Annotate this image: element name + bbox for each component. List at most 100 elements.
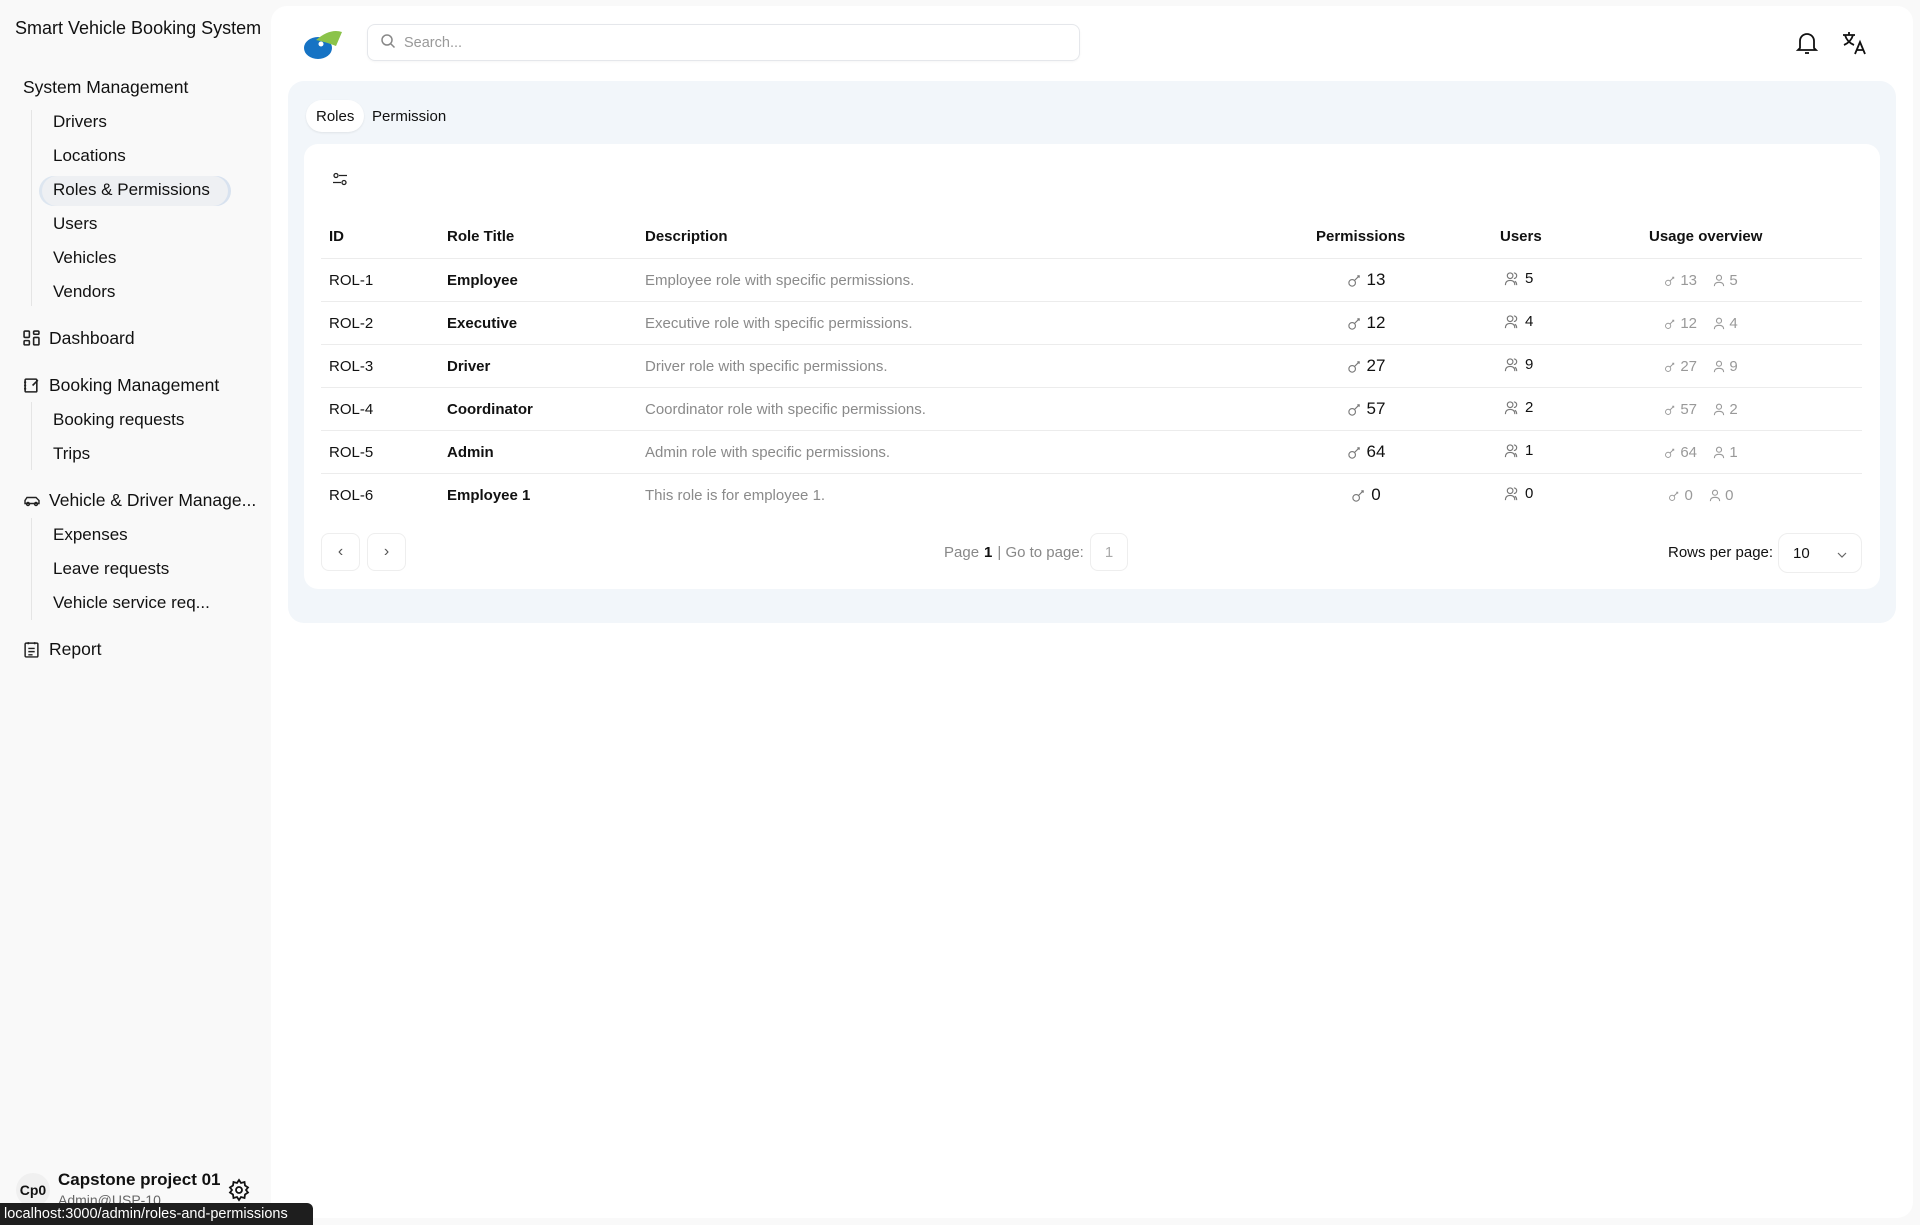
key-icon [1664, 404, 1676, 416]
sidebar-item-locations[interactable]: Locations [53, 146, 126, 166]
table-row[interactable]: ROL-6 Employee 1 This role is for employ… [321, 473, 1862, 516]
key-icon [1351, 488, 1366, 503]
sidebar-item-report[interactable]: Report [23, 639, 102, 660]
sidebar-label: Report [49, 639, 102, 659]
role-id: ROL-5 [329, 444, 374, 461]
column-header-users[interactable]: Users [1500, 228, 1542, 245]
user-count: 2 [1525, 399, 1534, 416]
role-description: Employee role with specific permissions. [645, 272, 915, 289]
sidebar-item-roles-permissions[interactable]: Roles & Permissions [53, 180, 210, 200]
sidebar-item-leave-requests[interactable]: Leave requests [53, 559, 169, 579]
column-header-id[interactable]: ID [329, 228, 344, 245]
car-icon [23, 492, 41, 510]
goto-page-input[interactable]: 1 [1090, 533, 1128, 571]
app-logo [302, 28, 344, 65]
user-icon [1709, 489, 1721, 502]
booking-icon [23, 377, 41, 395]
role-description: Coordinator role with specific permissio… [645, 401, 926, 418]
sidebar-item-vehicles[interactable]: Vehicles [53, 248, 116, 268]
tab-permission[interactable]: Permission [362, 100, 456, 132]
sidebar-item-users[interactable]: Users [53, 214, 97, 234]
role-id: ROL-1 [329, 272, 374, 289]
role-id: ROL-6 [329, 487, 374, 504]
permission-count: 12 [1366, 313, 1386, 332]
next-page-button[interactable]: › [367, 533, 406, 571]
column-header-usage-overview[interactable]: Usage overview [1649, 228, 1762, 245]
usage-permissions: 12 [1680, 315, 1697, 332]
user-count: 5 [1525, 270, 1534, 287]
role-description: This role is for employee 1. [645, 487, 826, 504]
dashboard-icon [23, 329, 41, 348]
usage-users: 4 [1729, 315, 1738, 332]
avatar[interactable]: Cp0 [16, 1173, 50, 1207]
sidebar-section-vehicle-driver[interactable]: Vehicle & Driver Manage... [23, 490, 256, 511]
sidebar-item-dashboard[interactable]: Dashboard [23, 328, 135, 349]
usage-permissions: 57 [1680, 401, 1697, 418]
usage-users: 9 [1729, 358, 1738, 375]
current-page: 1 [984, 544, 993, 561]
sidebar-item-expenses[interactable]: Expenses [53, 525, 128, 545]
usage-permissions: 27 [1680, 358, 1697, 375]
table-row[interactable]: ROL-3 Driver Driver role with specific p… [321, 344, 1862, 387]
user-icon [1713, 317, 1725, 330]
translate-icon[interactable] [1841, 30, 1867, 61]
filter-settings-icon[interactable] [332, 171, 348, 192]
users-icon [1504, 314, 1520, 329]
sidebar-item-vendors[interactable]: Vendors [53, 282, 115, 302]
key-icon [1347, 359, 1362, 374]
table-row[interactable]: ROL-2 Executive Executive role with spec… [321, 301, 1862, 344]
search-icon [380, 33, 396, 53]
previous-page-button[interactable]: ‹ [321, 533, 360, 571]
rows-per-page-value: 10 [1793, 544, 1810, 562]
sidebar-item-booking-requests[interactable]: Booking requests [53, 410, 184, 430]
permission-count: 57 [1366, 399, 1386, 418]
key-icon [1664, 318, 1676, 330]
users-icon [1504, 486, 1520, 501]
divider [31, 518, 32, 620]
column-header-permissions[interactable]: Permissions [1316, 228, 1405, 245]
report-icon [23, 641, 41, 659]
sidebar-item-drivers[interactable]: Drivers [53, 112, 107, 132]
users-icon [1504, 443, 1520, 458]
rows-per-page-select[interactable]: 10 [1778, 533, 1862, 573]
divider [31, 110, 32, 306]
column-header-description[interactable]: Description [645, 228, 728, 245]
role-title: Admin [447, 444, 494, 461]
notification-bell-icon[interactable] [1795, 30, 1819, 61]
rows-per-page-label: Rows per page: [1668, 544, 1774, 561]
permission-count: 27 [1366, 356, 1386, 375]
sidebar-label: Dashboard [49, 328, 135, 348]
role-id: ROL-4 [329, 401, 374, 418]
column-header-role-title[interactable]: Role Title [447, 228, 514, 245]
tab-roles[interactable]: Roles [306, 100, 365, 132]
role-description: Driver role with specific permissions. [645, 358, 888, 375]
user-name: Capstone project 01 [58, 1170, 221, 1189]
usage-users: 1 [1729, 444, 1738, 461]
section-label: Vehicle & Driver Manage... [49, 490, 257, 510]
key-icon [1347, 316, 1362, 331]
user-icon [1713, 403, 1725, 416]
sidebar-section-booking-management[interactable]: Booking Management [23, 375, 219, 396]
sidebar-item-trips[interactable]: Trips [53, 444, 90, 464]
role-title: Executive [447, 315, 518, 332]
usage-users: 2 [1729, 401, 1738, 418]
key-icon [1347, 445, 1362, 460]
goto-label: | Go to page: [997, 544, 1084, 561]
table-row[interactable]: ROL-4 Coordinator Coordinator role with … [321, 387, 1862, 430]
user-count: 0 [1525, 485, 1534, 502]
role-title: Coordinator [447, 401, 533, 418]
section-label: System Management [23, 77, 189, 97]
search-input[interactable]: Search... [367, 24, 1080, 61]
sidebar-section-system-management[interactable]: System Management [23, 77, 188, 98]
usage-users: 0 [1725, 487, 1734, 504]
chevron-right-icon: › [383, 543, 390, 560]
users-icon [1504, 400, 1520, 415]
role-title: Employee 1 [447, 487, 531, 504]
table-row[interactable]: ROL-5 Admin Admin role with specific per… [321, 430, 1862, 473]
table-row[interactable]: ROL-1 Employee Employee role with specif… [321, 258, 1862, 301]
user-icon [1713, 446, 1725, 459]
usage-permissions: 0 [1684, 487, 1693, 504]
section-label: Booking Management [49, 375, 220, 395]
sidebar-item-vehicle-service[interactable]: Vehicle service req... [53, 593, 210, 613]
chevron-left-icon: ‹ [337, 543, 344, 560]
